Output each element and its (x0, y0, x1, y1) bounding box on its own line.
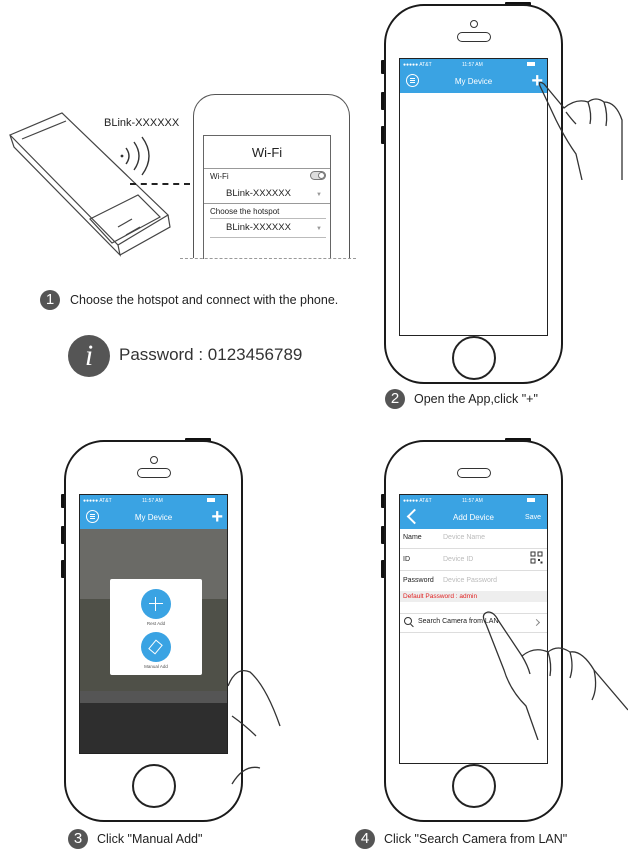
home-button (451, 336, 496, 380)
carrier-label: ●●●●● AT&T (403, 62, 432, 68)
status-bar: ●●●●● AT&T 11:57 AM (400, 59, 547, 71)
step-3-badge: 3 (68, 829, 88, 849)
front-camera (149, 456, 158, 464)
home-button (131, 764, 176, 808)
name-field-label: Name (403, 534, 422, 541)
time-label: 11:57 AM (462, 62, 483, 68)
wifi-settings-phone: Wi-Fi Wi-Fi BLink-XXXXXX ▼ Choose the ho… (193, 94, 350, 259)
camera-thumbnail (80, 703, 227, 753)
time-label: 11:57 AM (142, 498, 163, 504)
wifi-panel: Wi-Fi Wi-Fi BLink-XXXXXX ▼ Choose the ho… (203, 135, 331, 259)
id-field-input[interactable]: Device ID (443, 556, 473, 563)
phone-cut-line (180, 258, 356, 259)
step-1-text: Choose the hotspot and connect with the … (70, 293, 339, 307)
status-bar: ●●●●● AT&T 11:57 AM (400, 495, 547, 507)
rest-add-label[interactable]: Rest Add (110, 621, 202, 626)
connection-dash (130, 183, 190, 185)
password-field-label: Password (403, 577, 434, 584)
ssid-label: BLink-XXXXXX (104, 117, 180, 129)
wifi-network-name[interactable]: BLink-XXXXXX (226, 188, 291, 199)
battery-icon (527, 498, 535, 502)
nav-bar: My Device + (80, 506, 227, 529)
status-bar: ●●●●● AT&T 11:57 AM (80, 495, 227, 507)
qr-scan-icon[interactable] (530, 551, 543, 564)
name-field-input[interactable]: Device Name (443, 534, 485, 541)
save-button[interactable]: Save (525, 514, 541, 521)
time-label: 11:57 AM (462, 498, 483, 504)
earpiece-speaker (136, 468, 171, 478)
nav-title: My Device (454, 77, 493, 86)
battery-icon (207, 498, 215, 502)
screen: ●●●●● AT&T 11:57 AM My Device + Rest Add (79, 494, 228, 754)
wifi-signal-icon: ▼ (316, 192, 322, 198)
add-options-popup: Rest Add Manual Add (110, 579, 202, 675)
carrier-label: ●●●●● AT&T (403, 498, 432, 504)
manual-add-label[interactable]: Manual Add (110, 664, 202, 669)
wifi-panel-title: Wi-Fi (251, 145, 283, 160)
carrier-label: ●●●●● AT&T (83, 498, 112, 504)
wifi-toggle[interactable] (310, 171, 326, 180)
step-2-phone: ●●●●● AT&T 11:57 AM My Device + (384, 4, 563, 384)
default-password-bar: Default Password : admin (400, 591, 547, 602)
nav-title: My Device (134, 513, 173, 522)
choose-hotspot-label: Choose the hotspot (210, 207, 280, 216)
nav-bar: Add Device Save (400, 507, 547, 529)
step-4-badge: 4 (355, 829, 375, 849)
password-field-input[interactable]: Device Password (443, 577, 497, 584)
pointing-hand-illustration (536, 80, 626, 181)
password-text: Password : 0123456789 (119, 345, 303, 364)
step-2-badge: 2 (385, 389, 405, 409)
hotspot-signal-icon: ▼ (316, 226, 322, 232)
screen: ●●●●● AT&T 11:57 AM My Device + (399, 58, 548, 336)
earpiece-speaker (456, 468, 491, 478)
add-device-button[interactable]: + (211, 506, 223, 529)
battery-icon (527, 62, 535, 66)
info-icon: i (68, 335, 110, 377)
step-3-phone: ●●●●● AT&T 11:57 AM My Device + Rest Add (64, 440, 243, 822)
camera-thumbnail-toolbar (80, 691, 227, 703)
hotspot-item[interactable]: BLink-XXXXXX (226, 222, 291, 233)
step-4-text: Click "Search Camera from LAN" (384, 832, 568, 846)
step-2-text: Open the App,click "+" (414, 392, 538, 406)
default-password-text: Default Password : admin (403, 593, 478, 600)
manual-add-option-icon[interactable] (141, 632, 171, 662)
pointing-hand-illustration (226, 656, 286, 796)
home-button (451, 764, 496, 808)
rest-add-option-icon[interactable] (141, 589, 171, 619)
nav-bar: My Device + (400, 70, 547, 93)
step-3-text: Click "Manual Add" (97, 832, 203, 846)
front-camera (469, 20, 478, 28)
step-1-badge: 1 (40, 290, 60, 310)
earpiece-speaker (456, 32, 491, 42)
wifi-label: Wi-Fi (210, 172, 229, 181)
pointing-hand-illustration (478, 610, 629, 741)
signal-waves-icon (118, 136, 158, 176)
id-field-label: ID (403, 556, 410, 563)
